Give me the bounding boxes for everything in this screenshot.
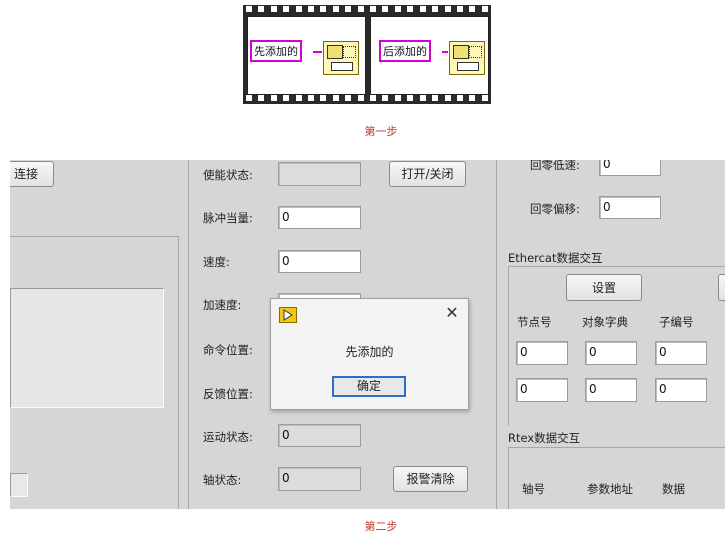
divider xyxy=(188,160,189,509)
data-header: 数据 xyxy=(662,482,685,496)
ethercat-group-title: Ethercat数据交互 xyxy=(508,251,603,265)
home-offset-input[interactable]: 0 xyxy=(599,196,661,219)
dialog-message: 先添加的 xyxy=(345,345,394,359)
enable-state-indicator xyxy=(278,162,361,186)
ethercat-extra-button[interactable] xyxy=(718,274,725,301)
rtex-group-box xyxy=(508,447,725,509)
one-button-dialog-icon[interactable] xyxy=(323,41,359,75)
step1-caption: 第一步 xyxy=(364,125,398,138)
sub-index-input[interactable]: 0 xyxy=(655,378,707,402)
string-constant-first[interactable]: 先添加的 xyxy=(250,40,302,62)
node-number-input[interactable]: 0 xyxy=(516,378,568,402)
node-number-header: 节点号 xyxy=(517,315,552,329)
film-perforations-top xyxy=(246,5,488,14)
wire xyxy=(313,51,322,53)
step2-caption: 第二步 xyxy=(364,520,398,533)
rtex-group-title: Rtex数据交互 xyxy=(508,431,581,445)
settings-button[interactable]: 设置 xyxy=(566,274,642,301)
axis-number-header: 轴号 xyxy=(522,482,545,496)
home-offset-label: 回零偏移: xyxy=(530,202,580,216)
home-low-speed-input[interactable]: 0 xyxy=(599,160,661,176)
speed-input[interactable]: 0 xyxy=(278,250,361,273)
ok-button[interactable]: 确定 xyxy=(332,376,406,397)
divider xyxy=(10,236,178,237)
motion-state-indicator: 0 xyxy=(278,424,361,447)
axis-state-indicator: 0 xyxy=(278,467,361,491)
divider xyxy=(178,236,179,509)
pulse-equivalent-label: 脉冲当量: xyxy=(203,211,253,225)
axis-state-label: 轴状态: xyxy=(203,473,242,487)
open-close-button[interactable]: 打开/关闭 xyxy=(389,161,466,187)
close-icon[interactable]: ✕ xyxy=(443,304,461,322)
left-group-box xyxy=(10,288,164,408)
motion-state-label: 运动状态: xyxy=(203,430,253,444)
flat-sequence-structure: 先添加的 后添加的 xyxy=(243,5,491,104)
object-dictionary-input[interactable]: 0 xyxy=(585,341,637,365)
parameter-address-header: 参数地址 xyxy=(587,482,633,496)
connect-button[interactable]: 连接 xyxy=(10,161,54,187)
node-number-input[interactable]: 0 xyxy=(516,341,568,365)
feedback-position-label: 反馈位置: xyxy=(203,387,253,401)
left-input[interactable] xyxy=(10,473,28,497)
one-button-dialog: ✕ 先添加的 确定 xyxy=(270,298,469,410)
string-constant-second[interactable]: 后添加的 xyxy=(379,40,431,62)
home-low-speed-label: 回零低速: xyxy=(530,160,580,172)
sequence-frame-2: 后添加的 xyxy=(370,16,489,95)
sequence-frame-1: 先添加的 xyxy=(247,16,366,95)
speed-label: 速度: xyxy=(203,255,230,269)
sub-index-input[interactable]: 0 xyxy=(655,341,707,365)
labview-app-icon xyxy=(279,307,297,323)
object-dictionary-header: 对象字典 xyxy=(582,315,628,329)
wire xyxy=(442,51,448,53)
object-dictionary-input[interactable]: 0 xyxy=(585,378,637,402)
sub-index-header: 子编号 xyxy=(659,315,694,329)
acceleration-label: 加速度: xyxy=(203,298,242,312)
alarm-clear-button[interactable]: 报警清除 xyxy=(393,466,468,492)
divider xyxy=(496,160,497,509)
film-perforations-bottom xyxy=(246,94,488,103)
enable-state-label: 使能状态: xyxy=(203,168,253,182)
pulse-equivalent-input[interactable]: 0 xyxy=(278,206,361,229)
one-button-dialog-icon[interactable] xyxy=(449,41,485,75)
command-position-label: 命令位置: xyxy=(203,343,253,357)
